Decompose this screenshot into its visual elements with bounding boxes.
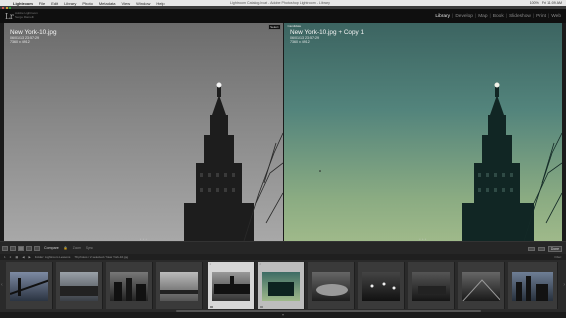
menu-view[interactable]: View (119, 1, 134, 6)
filmstrip-thumb[interactable] (106, 262, 153, 309)
battery-status[interactable]: 100% (530, 1, 539, 5)
filmstrip-right-arrow-icon[interactable]: › (563, 282, 565, 288)
filmstrip-thumb-candidate[interactable]: 2 (258, 262, 305, 309)
right-dimensions: 7360 x 4912 (290, 40, 310, 45)
page-1-button[interactable]: 1 (4, 255, 6, 259)
filmstrip-thumb[interactable] (508, 262, 558, 309)
menu-lightroom[interactable]: Lightroom (10, 1, 36, 6)
filmstrip-left-arrow-icon[interactable]: ‹ (1, 282, 3, 288)
people-view-icon[interactable] (34, 245, 40, 251)
menu-help[interactable]: Help (153, 1, 167, 6)
menu-photo[interactable]: Photo (79, 1, 95, 6)
left-dimensions: 7360 x 4912 (10, 40, 30, 45)
link-focus-icon[interactable]: 🔒 (64, 246, 68, 250)
module-library[interactable]: Library (433, 14, 452, 19)
thumb-index-icon: 2 (259, 263, 261, 266)
right-filename: New York-10.jpg + Copy 1 (290, 29, 365, 36)
back-arrow-icon[interactable]: ◀ (22, 255, 24, 259)
candidate-tag: Candidate (287, 24, 302, 28)
make-select-button[interactable] (537, 247, 545, 251)
lightroom-logo: Lr (5, 12, 14, 21)
left-filename: New York-10.jpg (10, 29, 57, 36)
menu-metadata[interactable]: Metadata (96, 1, 119, 6)
filmstrip-thumb[interactable] (156, 262, 203, 309)
left-photo-info: New York-10.jpg 06/01/13 23:57:29 7360 x… (10, 29, 57, 45)
forward-arrow-icon[interactable]: ▶ (29, 255, 31, 259)
right-pane-grip-icon[interactable]: • • • (419, 237, 426, 241)
module-develop[interactable]: Develop (453, 14, 475, 19)
thumb-index-icon: 1 (209, 263, 211, 266)
window-title: Lightroom Catalog.lrcat - Adobe Photosho… (230, 1, 330, 5)
building-photo-toned (319, 82, 562, 241)
filmstrip-thumb-selected[interactable]: 1 (208, 262, 255, 309)
filmstrip-thumb[interactable] (56, 262, 103, 309)
compare-view-icon[interactable] (18, 245, 24, 251)
filmstrip-thumb[interactable] (6, 262, 53, 309)
filmstrip-thumb[interactable] (358, 262, 405, 309)
filmstrip-thumb[interactable] (308, 262, 355, 309)
filmstrip-count: 79 photos / 2 selected / New York-10.jpg (74, 255, 129, 259)
grid-view-icon[interactable] (2, 245, 8, 251)
module-picker: Library | Develop | Map | Book | Slideshow | … (433, 14, 563, 19)
left-pane-grip-icon[interactable]: • • • (140, 237, 147, 241)
module-book[interactable]: Book (491, 14, 506, 19)
grid-icon[interactable]: ▦ (15, 255, 18, 259)
module-web[interactable]: Web (549, 14, 563, 19)
module-map[interactable]: Map (476, 14, 489, 19)
sync-label[interactable]: Sync (86, 246, 93, 250)
survey-view-icon[interactable] (26, 245, 32, 251)
filter-label[interactable]: Filter: (555, 255, 563, 259)
menu-window[interactable]: Window (133, 1, 153, 6)
menu-library[interactable]: Library (61, 1, 79, 6)
loupe-view-icon[interactable] (10, 245, 16, 251)
filmstrip-thumb[interactable] (408, 262, 455, 309)
status-area: 100% Fri 11:09 AM (530, 1, 562, 5)
thumb-badge-icon (260, 306, 263, 308)
compare-candidate-pane[interactable]: Candidate New York-10.jpg + Copy 1 06/01… (284, 23, 562, 241)
module-header: Lr Adobe Lightroom Serge Ramelli Library… (0, 9, 566, 23)
bottom-panel-toggle: ▾ (0, 312, 566, 318)
menu-file[interactable]: File (36, 1, 48, 6)
swap-button[interactable] (527, 247, 535, 251)
module-slideshow[interactable]: Slideshow (507, 14, 533, 19)
identity-line-2: Serge Ramelli (15, 14, 34, 19)
library-toolbar: Compare 🔒 Zoom Sync Done (0, 241, 566, 254)
filmstrip-source[interactable]: Folder: Lightroom Lessons (35, 255, 71, 259)
page-2-button[interactable]: 2 (10, 255, 12, 259)
building-photo-bw (184, 82, 283, 241)
done-button[interactable]: Done (547, 246, 562, 252)
identity-plate: Adobe Lightroom Serge Ramelli (15, 11, 38, 19)
clock[interactable]: Fri 11:09 AM (542, 1, 562, 5)
right-photo-info: New York-10.jpg + Copy 1 06/01/13 23:57:… (290, 29, 364, 45)
view-mode-label: Compare (44, 246, 59, 250)
module-print[interactable]: Print (534, 14, 548, 19)
filmstrip: ‹ 1 2 › (0, 260, 566, 312)
menu-edit[interactable]: Edit (48, 1, 61, 6)
thumb-badge-icon (210, 306, 213, 308)
toolbar-right: Done (527, 246, 562, 252)
select-tag: Select (267, 24, 281, 30)
compare-select-pane[interactable]: Select New York-10.jpg 06/01/13 23:57:29… (4, 23, 283, 241)
filmstrip-thumb[interactable] (458, 262, 505, 309)
zoom-label: Zoom (72, 246, 81, 250)
bottom-panel-toggle-icon[interactable]: ▾ (282, 312, 284, 317)
